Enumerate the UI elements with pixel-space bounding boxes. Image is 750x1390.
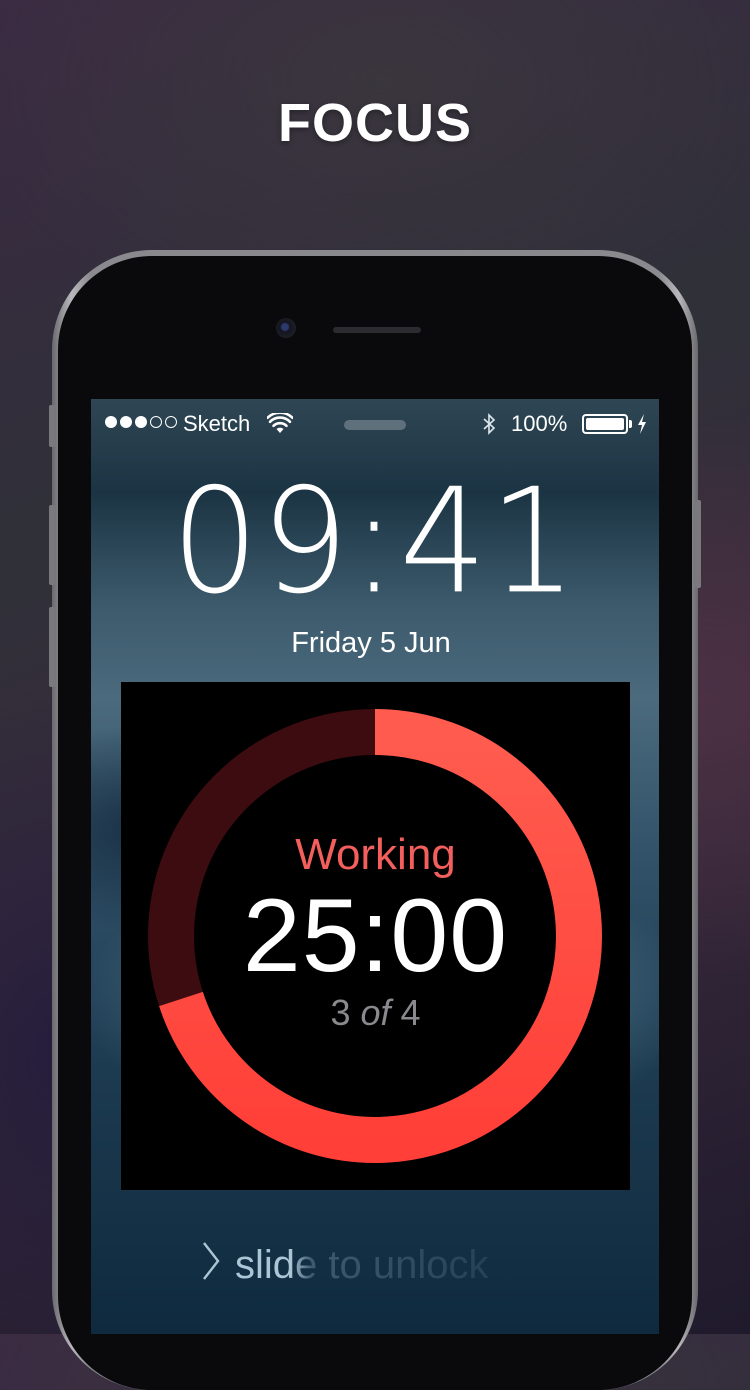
chevron-right-icon (201, 1241, 221, 1291)
session-counter: 3 of 4 (121, 992, 630, 1034)
power-button (695, 500, 701, 588)
battery-percentage: 100% (511, 411, 568, 436)
session-current: 3 (330, 992, 351, 1033)
volume-up-button (49, 505, 55, 585)
session-of: of (360, 992, 391, 1033)
timer-countdown: 25:00 (242, 878, 509, 994)
battery-icon (582, 414, 628, 434)
mute-switch (49, 405, 55, 447)
lock-screen-date: Friday 5 Jun (291, 627, 451, 659)
focus-timer-widget[interactable]: Working 25:00 3 of 4 (121, 682, 630, 1190)
wifi-icon (266, 411, 294, 441)
slide-to-unlock[interactable]: slide to unlock (201, 1237, 641, 1293)
lock-screen-clock: 09:41 (91, 463, 659, 621)
front-camera-icon (276, 318, 296, 338)
notification-grabber[interactable] (344, 420, 406, 430)
status-bar: Sketch 100% (91, 399, 659, 449)
clock-time: 09:41 (171, 456, 579, 626)
bluetooth-icon (481, 412, 497, 442)
headline: FOCUS (278, 93, 472, 153)
slide-to-unlock-label: slide to unlock (235, 1242, 489, 1287)
battery-tip (629, 420, 632, 428)
carrier-name: Sketch (183, 411, 251, 436)
timer-state-label: Working (295, 830, 456, 879)
earpiece-speaker-icon (333, 327, 421, 333)
signal-dots-icon (105, 416, 177, 428)
session-total: 4 (400, 992, 421, 1033)
charging-bolt-icon (636, 412, 648, 442)
volume-down-button (49, 607, 55, 687)
lock-screen: Sketch 100% 09:41 Friday 5 Jun Working 2… (91, 399, 659, 1334)
